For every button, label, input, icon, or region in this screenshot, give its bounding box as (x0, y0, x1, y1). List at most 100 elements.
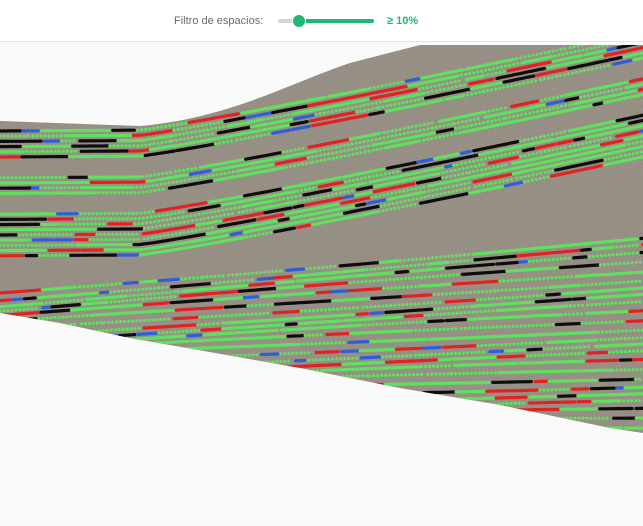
row-plant-dot (567, 256, 571, 260)
row-plant-dot (381, 286, 386, 291)
row-plant-dot (169, 212, 173, 216)
row-plant-dot (157, 286, 161, 290)
row-plant-dot (190, 219, 195, 223)
row-plant-dot (302, 412, 307, 416)
row-plant-dot (111, 232, 115, 236)
row-plant-dot (101, 328, 105, 333)
row-plant-dot (563, 312, 568, 316)
row-plant-dot (538, 277, 542, 281)
row-plant-dot (455, 183, 459, 187)
row-plant-dot (508, 288, 512, 292)
row-plant-dot (400, 373, 404, 377)
row-plant-dot (220, 120, 224, 124)
row-plant-dot (591, 93, 595, 97)
row-plant-dot (570, 71, 575, 75)
row-plant-dot (578, 345, 583, 349)
row-plant-dot (231, 372, 235, 376)
row-plant-dot (6, 176, 10, 180)
row-plant-dot (85, 217, 89, 221)
row-plant-dot (542, 388, 546, 392)
row-plant-dot (83, 322, 88, 326)
row-plant-dot (334, 109, 338, 113)
row-plant-dot (396, 404, 400, 409)
row-segment (350, 405, 386, 410)
row-plant-dot (151, 318, 155, 322)
row-plant-dot (556, 95, 560, 99)
row-plant-dot (338, 341, 342, 345)
row-plant-dot (540, 286, 544, 290)
row-plant-dot (446, 123, 450, 127)
row-plant-dot (165, 285, 169, 289)
row-plant-dot (407, 321, 411, 325)
row-plant-dot (418, 128, 422, 133)
row-plant-dot (242, 313, 246, 317)
row-plant-dot (426, 137, 430, 141)
gap-filter-slider[interactable] (278, 14, 374, 28)
row-plant-dot (335, 357, 339, 361)
row-plant-dot (514, 278, 518, 282)
row-plant-dot (407, 276, 412, 280)
row-plant-dot (72, 299, 76, 303)
row-plant-dot (113, 290, 117, 294)
row-plant-dot (233, 206, 237, 210)
row-plant-dot (442, 87, 446, 91)
row-plant-dot (586, 283, 590, 287)
row-plant-dot (635, 336, 639, 340)
row-plant-dot (483, 297, 487, 301)
row-plant-dot (562, 346, 567, 350)
row-plant-dot (406, 126, 410, 130)
row-plant-dot (418, 139, 422, 143)
row-plant-dot (47, 134, 51, 138)
row-plant-dot (156, 141, 160, 145)
row-plant-dot (359, 177, 363, 181)
row-plant-dot (383, 322, 387, 326)
row-plant-dot (152, 142, 156, 146)
row-plant-dot (496, 66, 500, 70)
field-map[interactable] (0, 43, 643, 526)
row-plant-dot (198, 129, 202, 133)
row-plant-dot (551, 49, 555, 53)
row-plant-dot (498, 426, 502, 430)
row-plant-dot (315, 400, 320, 405)
row-plant-dot (70, 341, 74, 345)
row-plant-dot (391, 202, 395, 206)
row-plant-dot (605, 45, 609, 47)
row-plant-dot (493, 402, 497, 406)
row-plant-dot (78, 341, 82, 345)
row-plant-dot (203, 373, 207, 378)
row-plant-dot (178, 231, 182, 235)
row-plant-dot (208, 122, 212, 126)
row-plant-dot (120, 237, 124, 241)
row-plant-dot (432, 293, 436, 297)
row-plant-dot (630, 261, 635, 265)
row-plant-dot (515, 295, 519, 299)
slider-thumb[interactable] (293, 15, 306, 27)
row-plant-dot (473, 371, 477, 375)
row-plant-dot (462, 125, 466, 129)
row-plant-dot (243, 372, 247, 376)
row-plant-dot (327, 406, 331, 410)
row-segment (444, 318, 467, 323)
row-plant-dot (125, 365, 129, 370)
row-plant-dot (186, 131, 190, 135)
row-plant-dot (435, 312, 439, 316)
row-plant-dot (370, 138, 374, 142)
row-plant-dot (162, 234, 166, 238)
row-plant-dot (361, 374, 365, 378)
row-plant-dot (278, 198, 282, 202)
row-plant-dot (461, 371, 465, 376)
row-plant-dot (195, 176, 199, 180)
row-plant-dot (222, 314, 226, 318)
row-plant-dot (54, 331, 58, 335)
row-plant-dot (589, 416, 593, 420)
row-plant-dot (505, 402, 509, 406)
row-plant-dot (222, 213, 227, 217)
row-segment (136, 375, 168, 380)
row-plant-dot (201, 275, 205, 279)
row-segment (259, 352, 280, 357)
row-plant-dot (358, 140, 362, 145)
row-plant-dot (469, 165, 473, 169)
row-plant-dot (482, 426, 486, 430)
row-plant-dot (153, 188, 157, 192)
row-segment (428, 260, 449, 266)
